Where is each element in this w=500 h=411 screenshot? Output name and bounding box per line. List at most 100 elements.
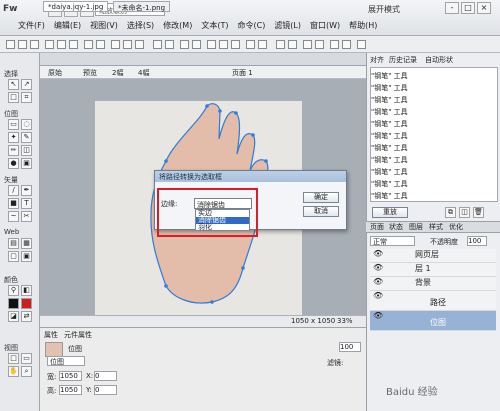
- zoom-tool-icon-2[interactable]: ⌕: [21, 366, 32, 377]
- redo-icon[interactable]: [96, 40, 105, 49]
- menu-help[interactable]: 帮助(H): [349, 20, 377, 31]
- view-2up-button[interactable]: 2幅: [112, 68, 123, 78]
- arrange-front-icon[interactable]: [276, 40, 285, 49]
- text-tool-icon[interactable]: T: [21, 198, 32, 209]
- layer-opacity-field[interactable]: 100: [467, 236, 487, 246]
- history-save-icon[interactable]: ◫: [459, 207, 470, 218]
- cancel-button[interactable]: 取消: [303, 206, 339, 217]
- align-tab[interactable]: 对齐: [370, 55, 384, 66]
- marquee-tool-icon[interactable]: ▭: [8, 119, 19, 130]
- maximize-button[interactable]: □: [461, 2, 475, 14]
- object-name-field[interactable]: 位图: [47, 356, 85, 366]
- view-preview-button[interactable]: 预览: [83, 68, 97, 78]
- blur-tool-icon[interactable]: ●: [8, 158, 19, 169]
- history-delete-icon[interactable]: 🗑: [473, 207, 484, 218]
- menu-window[interactable]: 窗口(W): [310, 20, 340, 31]
- history-item[interactable]: "钢笔" 工具: [371, 155, 497, 166]
- autoshape-tab[interactable]: 自动形状: [425, 55, 453, 66]
- eyedropper-icon[interactable]: ⚲: [8, 285, 19, 296]
- minimize-button[interactable]: -: [445, 2, 459, 14]
- styles-tab[interactable]: 样式: [429, 222, 443, 233]
- history-item[interactable]: "钢笔" 工具: [371, 179, 497, 190]
- flip-horizontal-icon[interactable]: [246, 40, 255, 49]
- tool-options-icon[interactable]: [342, 40, 351, 49]
- swap-colors-icon[interactable]: ⇄: [21, 311, 32, 322]
- line-tool-icon[interactable]: /: [8, 185, 19, 196]
- replay-button[interactable]: 重放: [372, 207, 408, 218]
- freeform-tool-icon[interactable]: ~: [8, 211, 19, 222]
- layer-row[interactable]: 👁 网页层: [370, 249, 496, 263]
- copy-icon[interactable]: [123, 40, 132, 49]
- states-tab[interactable]: 状态: [389, 222, 403, 233]
- layer-row[interactable]: 👁 背景: [370, 277, 496, 291]
- menu-filter[interactable]: 滤镜(L): [274, 20, 301, 31]
- history-item[interactable]: "钢笔" 工具: [371, 131, 497, 142]
- layers-tab[interactable]: 图层: [409, 222, 423, 233]
- ok-button[interactable]: 确定: [303, 192, 339, 203]
- history-item[interactable]: "钢笔" 工具: [371, 167, 497, 178]
- standard-screen-icon[interactable]: □: [8, 353, 19, 364]
- close-button[interactable]: ×: [477, 2, 491, 14]
- edge-options-list[interactable]: 实边 消除锯齿 羽化: [195, 209, 250, 231]
- ungroup-icon[interactable]: [165, 40, 174, 49]
- pencil-tool-icon[interactable]: ✏: [8, 145, 19, 156]
- history-item[interactable]: "钢笔" 工具: [371, 119, 497, 130]
- export-icon[interactable]: [57, 40, 66, 49]
- document-zoom[interactable]: 33%: [337, 317, 353, 325]
- rubber-stamp-icon[interactable]: ▣: [21, 158, 32, 169]
- page-label[interactable]: 页面 1: [232, 68, 253, 78]
- fill-color-swatch[interactable]: [21, 298, 32, 309]
- align-icon[interactable]: [207, 40, 216, 49]
- history-item[interactable]: "钢笔" 工具: [371, 83, 497, 94]
- history-copy-icon[interactable]: ⧉: [445, 207, 456, 218]
- layer-row[interactable]: 👁 层 1: [370, 263, 496, 277]
- history-item[interactable]: "钢笔" 工具: [371, 191, 497, 202]
- hand-tool-icon-2[interactable]: ✋: [8, 366, 19, 377]
- mode-label[interactable]: 展开模式: [368, 4, 400, 15]
- menu-select[interactable]: 选择(S): [127, 20, 154, 31]
- menu-file[interactable]: 文件(F): [18, 20, 45, 31]
- menu-edit[interactable]: 编辑(E): [54, 20, 81, 31]
- width-field[interactable]: 1050: [59, 371, 82, 381]
- y-field[interactable]: 0: [94, 385, 117, 395]
- style-icon[interactable]: [315, 40, 324, 49]
- scale-tool-icon[interactable]: □: [8, 92, 19, 103]
- paste-icon[interactable]: [135, 40, 144, 49]
- rotate-left-icon[interactable]: [219, 40, 228, 49]
- document-tab-2[interactable]: *未命名-1.png: [113, 1, 171, 12]
- image-edit-icon[interactable]: [330, 40, 339, 49]
- show-slices-icon[interactable]: ▣: [21, 251, 32, 262]
- menu-text[interactable]: 文本(T): [201, 20, 228, 31]
- slice-tool-icon[interactable]: ▦: [21, 238, 32, 249]
- layer-row[interactable]: 👁 路径: [370, 291, 496, 311]
- document-tab-1[interactable]: *daiya.jqy-1.jpg: [43, 1, 109, 12]
- open-file-icon[interactable]: [18, 40, 27, 49]
- cut-icon[interactable]: [111, 40, 120, 49]
- rectangle-tool-icon[interactable]: ■: [8, 198, 19, 209]
- rotate-right-icon[interactable]: [231, 40, 240, 49]
- blend-mode-select[interactable]: 正常: [370, 236, 415, 246]
- subselect-tool-icon[interactable]: ↗: [21, 79, 32, 90]
- eraser-tool-icon[interactable]: ◫: [21, 145, 32, 156]
- pointer-tool-icon[interactable]: ↖: [8, 79, 19, 90]
- optimize-tab[interactable]: 优化: [449, 222, 463, 233]
- history-item[interactable]: "钢笔" 工具: [371, 95, 497, 106]
- stroke-color-swatch[interactable]: [8, 298, 19, 309]
- view-4up-button[interactable]: 4幅: [138, 68, 149, 78]
- edge-option-feather[interactable]: 羽化: [196, 224, 249, 231]
- menu-view[interactable]: 视图(V): [90, 20, 118, 31]
- view-original-button[interactable]: 原始: [48, 68, 62, 78]
- layer-icon[interactable]: [303, 40, 312, 49]
- arrange-back-icon[interactable]: [288, 40, 297, 49]
- symbol-properties-tab[interactable]: 元件属性: [64, 330, 92, 340]
- history-list[interactable]: "钢笔" 工具 "钢笔" 工具 "钢笔" 工具 "钢笔" 工具 "钢笔" 工具 …: [370, 67, 498, 202]
- undo-icon[interactable]: [84, 40, 93, 49]
- default-colors-icon[interactable]: ◪: [8, 311, 19, 322]
- flip-vertical-icon[interactable]: [258, 40, 267, 49]
- history-item[interactable]: "钢笔" 工具: [371, 107, 497, 118]
- history-tab[interactable]: 历史记录: [389, 55, 417, 66]
- height-field[interactable]: 1050: [59, 385, 82, 395]
- menu-modify[interactable]: 修改(M): [163, 20, 192, 31]
- paint-bucket-icon[interactable]: ◧: [21, 285, 32, 296]
- layer-row-selected[interactable]: 👁 位图: [370, 311, 496, 331]
